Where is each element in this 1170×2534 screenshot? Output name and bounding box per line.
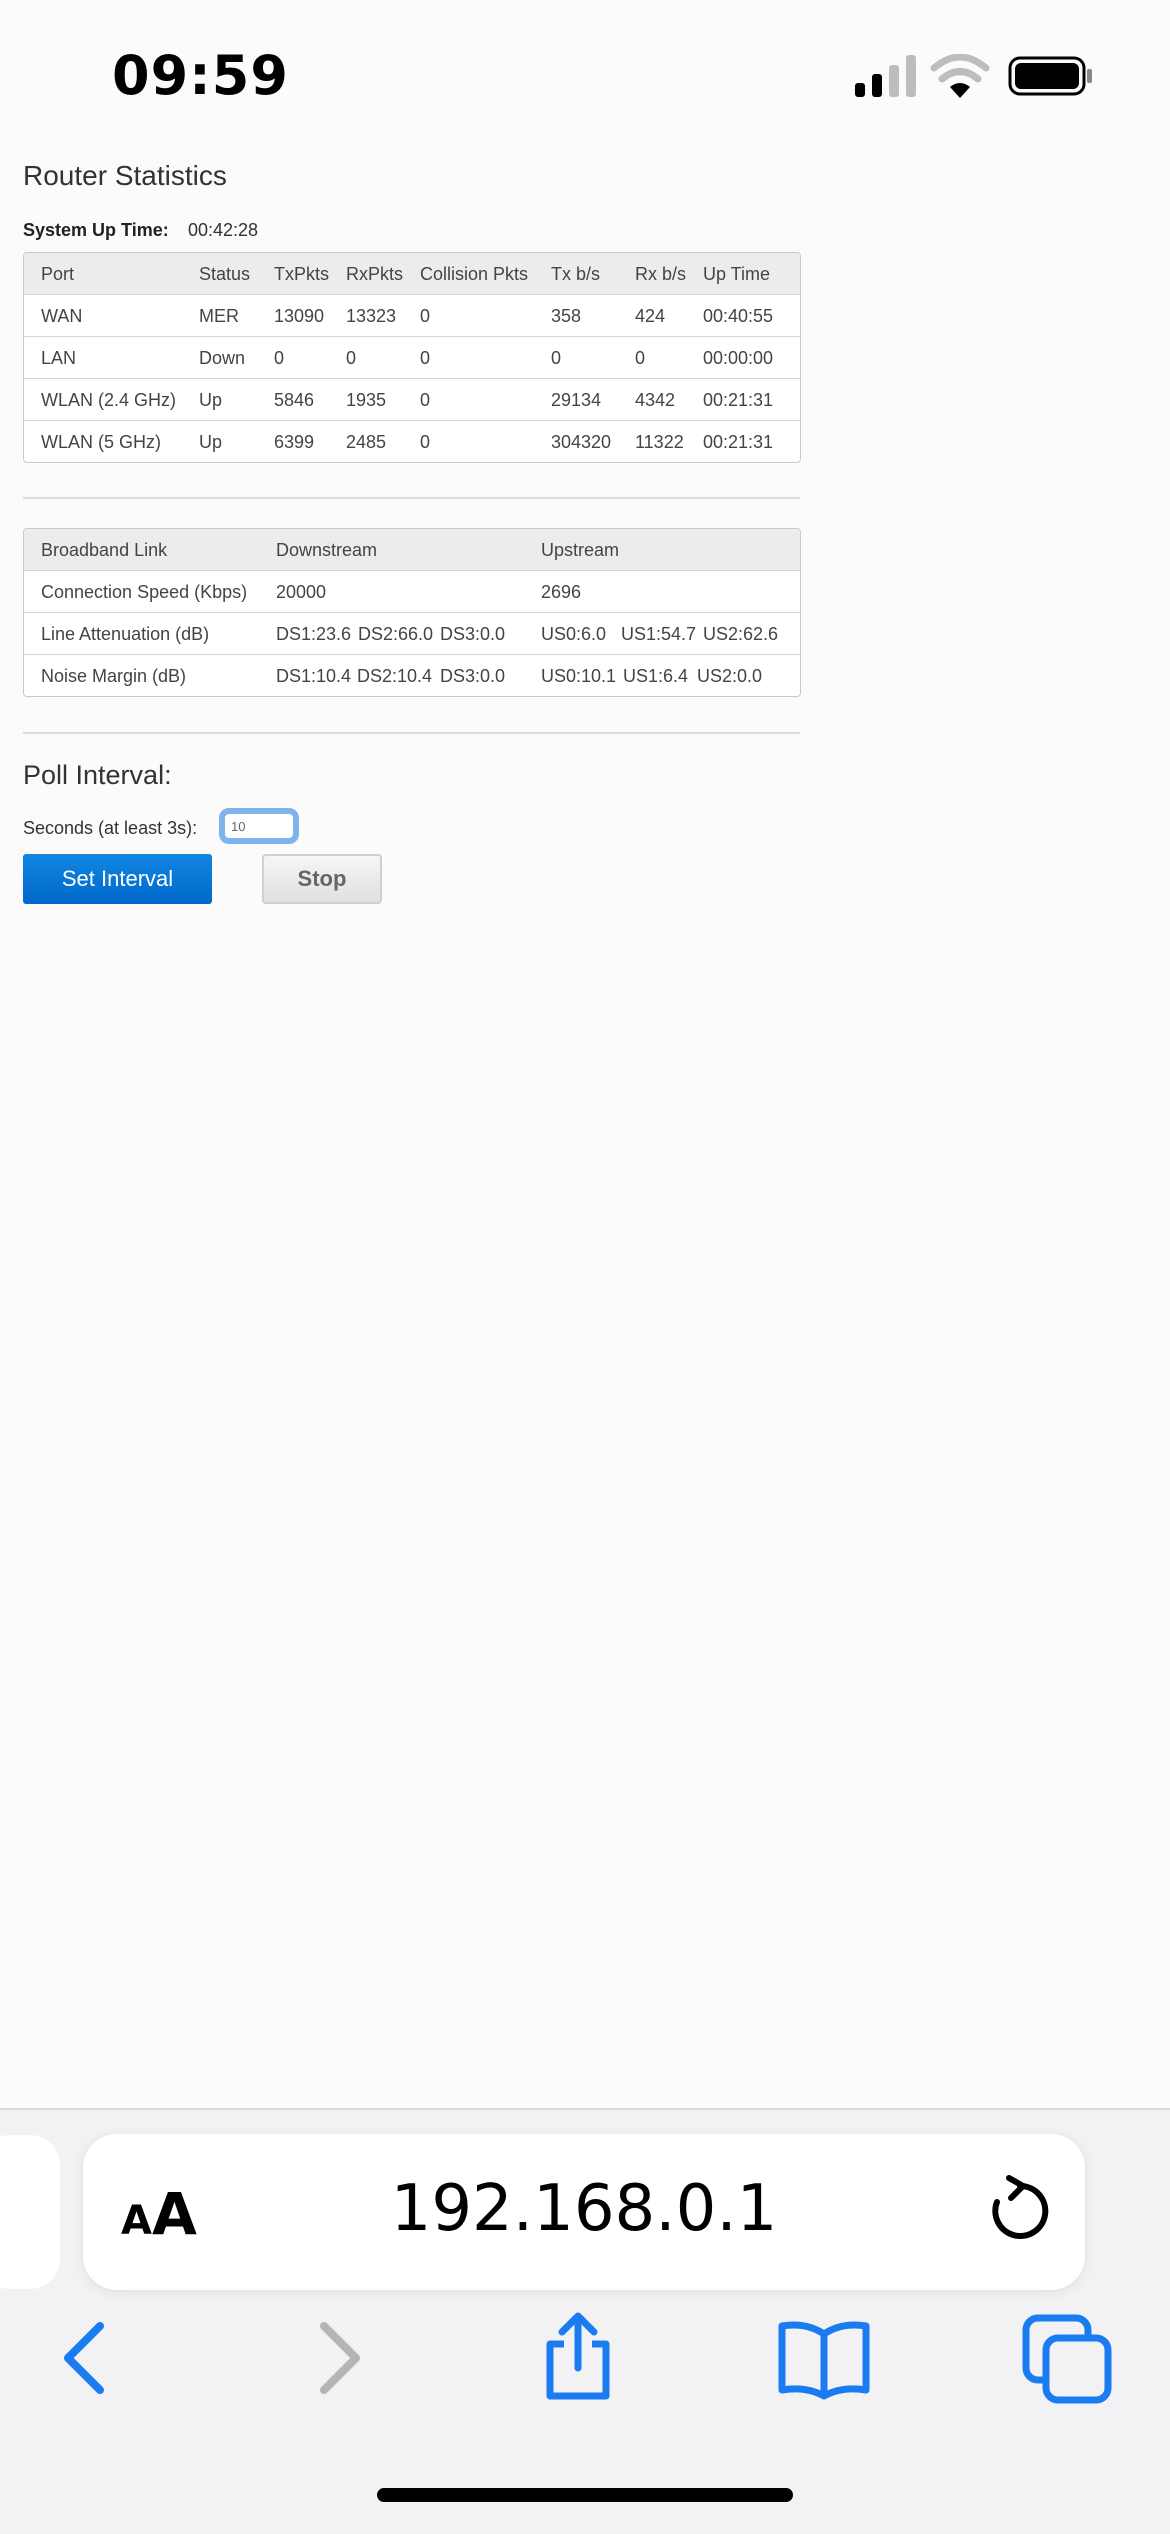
table-cell: US2:62.6 bbox=[703, 624, 779, 644]
column-header: Downstream bbox=[276, 540, 378, 560]
status-time: 09:59 bbox=[112, 44, 289, 107]
table-cell: US0:10.1 bbox=[541, 666, 617, 686]
table-cell: DS1:10.4 bbox=[276, 666, 352, 686]
table-cell: WAN bbox=[41, 306, 83, 326]
table-cell: 0 bbox=[274, 348, 285, 368]
reload-icon[interactable] bbox=[983, 2174, 1057, 2248]
column-header: Upstream bbox=[541, 540, 620, 560]
column-header: Rx b/s bbox=[635, 264, 687, 284]
table-cell: US0:6.0 bbox=[541, 624, 607, 644]
table-cell: US1:6.4 bbox=[623, 666, 689, 686]
column-header: RxPkts bbox=[346, 264, 404, 284]
table-row: WLAN (2.4 GHz) Up 5846 1935 0 29134 4342… bbox=[24, 378, 800, 420]
table-cell: 0 bbox=[551, 348, 562, 368]
table-cell: Up bbox=[199, 390, 223, 410]
table-header-row: Port Status TxPkts RxPkts Collision Pkts… bbox=[24, 253, 800, 294]
column-header: Collision Pkts bbox=[420, 264, 529, 284]
table-row: Noise Margin (dB) DS1:10.4 DS2:10.4 DS3:… bbox=[24, 654, 800, 696]
table-cell: 29134 bbox=[551, 390, 602, 410]
table-cell: 00:21:31 bbox=[703, 390, 774, 410]
table-cell: 304320 bbox=[551, 432, 612, 452]
table-cell: 0 bbox=[420, 348, 431, 368]
broadband-table: Broadband Link Downstream Upstream Conne… bbox=[23, 528, 801, 697]
uptime-value: 00:42:28 bbox=[188, 220, 259, 240]
table-cell: DS1:23.6 bbox=[276, 624, 352, 644]
table-cell: 6399 bbox=[274, 432, 315, 452]
divider bbox=[23, 497, 800, 499]
table-cell: 13090 bbox=[274, 306, 325, 326]
table-cell: 1935 bbox=[346, 390, 387, 410]
table-cell: Connection Speed (Kbps) bbox=[41, 582, 248, 602]
table-cell: 424 bbox=[635, 306, 666, 326]
uptime-label: System Up Time: bbox=[23, 220, 169, 240]
table-cell: 0 bbox=[420, 306, 431, 326]
column-header: Status bbox=[199, 264, 251, 284]
table-cell: 2485 bbox=[346, 432, 387, 452]
table-cell: 5846 bbox=[274, 390, 315, 410]
table-cell: DS3:0.0 bbox=[440, 624, 506, 644]
table-cell: Down bbox=[199, 348, 246, 368]
column-header: Up Time bbox=[703, 264, 771, 284]
table-cell: 20000 bbox=[276, 582, 327, 602]
table-cell: Up bbox=[199, 432, 223, 452]
table-cell: 00:00:00 bbox=[703, 348, 774, 368]
forward-icon[interactable] bbox=[290, 2310, 386, 2406]
system-uptime: System Up Time: 00:42:28 bbox=[23, 220, 258, 241]
table-cell: 00:21:31 bbox=[703, 432, 774, 452]
table-cell: 358 bbox=[551, 306, 582, 326]
column-header: Tx b/s bbox=[551, 264, 601, 284]
url-text[interactable]: 192.168.0.1 bbox=[83, 2172, 1085, 2246]
table-cell: US1:54.7 bbox=[621, 624, 697, 644]
column-header: Port bbox=[41, 264, 75, 284]
table-cell: 00:40:55 bbox=[703, 306, 774, 326]
table-cell: US2:0.0 bbox=[697, 666, 763, 686]
ports-table: Port Status TxPkts RxPkts Collision Pkts… bbox=[23, 252, 801, 463]
table-cell: Noise Margin (dB) bbox=[41, 666, 187, 686]
table-cell: DS2:10.4 bbox=[357, 666, 433, 686]
stop-button[interactable]: Stop bbox=[262, 854, 382, 904]
column-header: Broadband Link bbox=[41, 540, 168, 560]
table-cell: WLAN (2.4 GHz) bbox=[41, 390, 177, 410]
table-row: Connection Speed (Kbps) 20000 2696 bbox=[24, 570, 800, 612]
table-cell: 0 bbox=[420, 432, 431, 452]
column-header: TxPkts bbox=[274, 264, 330, 284]
table-cell: DS3:0.0 bbox=[440, 666, 506, 686]
table-cell: 0 bbox=[635, 348, 646, 368]
divider bbox=[23, 732, 800, 734]
seconds-label: Seconds (at least 3s): bbox=[23, 818, 198, 838]
table-cell: 0 bbox=[346, 348, 357, 368]
status-bar: 09:59 bbox=[0, 0, 1170, 140]
cellular-signal-icon bbox=[855, 55, 916, 97]
back-icon[interactable] bbox=[38, 2310, 134, 2406]
home-indicator[interactable] bbox=[377, 2488, 793, 2502]
table-row: WAN MER 13090 13323 0 358 424 00:40:55 bbox=[24, 294, 800, 336]
table-row: Line Attenuation (dB) DS1:23.6 DS2:66.0 … bbox=[24, 612, 800, 654]
browser-toolbar: AA 192.168.0.1 bbox=[0, 2108, 1170, 2534]
page-title: Router Statistics bbox=[23, 160, 227, 191]
table-cell: DS2:66.0 bbox=[358, 624, 434, 644]
table-header-row: Broadband Link Downstream Upstream bbox=[24, 529, 800, 570]
previous-tab-preview[interactable] bbox=[0, 2135, 60, 2289]
table-cell: 4342 bbox=[635, 390, 676, 410]
table-cell: LAN bbox=[41, 348, 77, 368]
table-cell: MER bbox=[199, 306, 239, 326]
table-cell: 13323 bbox=[346, 306, 397, 326]
table-row: LAN Down 0 0 0 0 0 00:00:00 bbox=[24, 336, 800, 378]
table-cell: 2696 bbox=[541, 582, 582, 602]
battery-icon bbox=[1008, 56, 1092, 96]
poll-interval-title: Poll Interval: bbox=[23, 760, 172, 790]
table-cell: 11322 bbox=[635, 432, 684, 452]
share-icon[interactable] bbox=[530, 2310, 626, 2406]
set-interval-button[interactable]: Set Interval bbox=[23, 854, 212, 904]
table-cell: Line Attenuation (dB) bbox=[41, 624, 210, 644]
bookmarks-icon[interactable] bbox=[776, 2310, 872, 2406]
table-cell: 0 bbox=[420, 390, 431, 410]
table-row: WLAN (5 GHz) Up 6399 2485 0 304320 11322… bbox=[24, 420, 800, 462]
poll-seconds-input[interactable] bbox=[219, 808, 299, 844]
tabs-icon[interactable] bbox=[1020, 2310, 1116, 2406]
table-cell: WLAN (5 GHz) bbox=[41, 432, 162, 452]
wifi-icon bbox=[930, 54, 990, 98]
address-bar[interactable]: AA 192.168.0.1 bbox=[83, 2134, 1085, 2290]
